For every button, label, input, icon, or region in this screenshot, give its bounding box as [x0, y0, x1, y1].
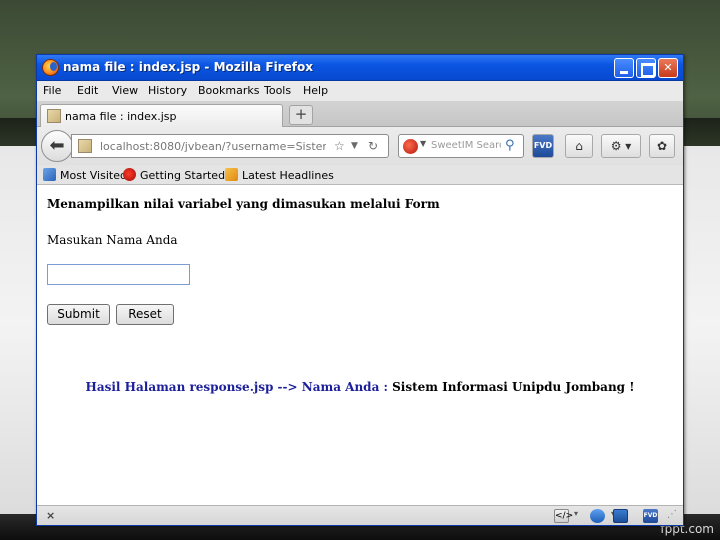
- magnifier-icon[interactable]: ⚲: [505, 138, 515, 153]
- bookmarks-toolbar: Most Visited Getting Started Latest Head…: [37, 165, 683, 185]
- code-icon[interactable]: </>: [554, 509, 573, 523]
- search-engine-icon: [403, 139, 418, 154]
- tab-strip: nama file : index.jsp +: [37, 101, 683, 127]
- bookmark-label: Latest Headlines: [242, 169, 334, 182]
- result-value: Sistem Informasi Unipdu Jombang !: [392, 380, 635, 394]
- home-icon[interactable]: ⌂: [565, 134, 593, 158]
- tv-icon[interactable]: [613, 509, 628, 523]
- url-dropdown-icon[interactable]: ▼: [351, 141, 358, 151]
- search-placeholder: SweetIM Search: [431, 140, 501, 151]
- tab-index[interactable]: nama file : index.jsp: [40, 104, 283, 127]
- addon-menu-icon[interactable]: ⚙ ▾: [601, 134, 641, 158]
- result-source-label: Hasil Halaman response.jsp: [85, 380, 274, 394]
- dropdown-icon[interactable]: ▾: [574, 509, 582, 523]
- bookmark-label: Getting Started: [140, 169, 226, 182]
- search-bar[interactable]: ▼ SweetIM Search ⚲: [398, 134, 524, 158]
- menu-bar: File Edit View History Bookmarks Tools H…: [37, 81, 683, 101]
- minimize-button[interactable]: [614, 58, 634, 78]
- close-addon-bar-icon[interactable]: ×: [46, 509, 55, 522]
- page-heading: Menampilkan nilai variabel yang dimasuka…: [47, 197, 440, 211]
- chat-icon[interactable]: [590, 509, 605, 523]
- name-input[interactable]: [47, 264, 190, 285]
- menu-view[interactable]: View: [112, 84, 138, 97]
- menu-help[interactable]: Help: [303, 84, 328, 97]
- tab-label: nama file : index.jsp: [65, 110, 177, 123]
- rss-feed-icon: [225, 168, 238, 181]
- back-arrow-icon[interactable]: ⬅: [41, 130, 73, 162]
- page-favicon-icon: [47, 109, 61, 123]
- submit-button[interactable]: Submit: [47, 304, 110, 325]
- maximize-button[interactable]: [636, 58, 656, 78]
- response-result: Hasil Halaman response.jsp --> Nama Anda…: [37, 380, 683, 394]
- fvd-status-icon[interactable]: FVD: [643, 509, 658, 523]
- resize-grip-icon[interactable]: ⋰: [667, 509, 679, 523]
- bookmark-most-visited[interactable]: Most Visited: [43, 168, 127, 182]
- menu-edit[interactable]: Edit: [77, 84, 98, 97]
- browser-window: nama file : index.jsp - Mozilla Firefox …: [36, 54, 684, 526]
- menu-file[interactable]: File: [43, 84, 61, 97]
- title-bar[interactable]: nama file : index.jsp - Mozilla Firefox …: [37, 55, 683, 81]
- menu-bookmarks[interactable]: Bookmarks: [198, 84, 259, 97]
- reload-icon[interactable]: ↻: [368, 139, 378, 153]
- navigation-toolbar: ⬅ localhost:8080/jvbean/?username=Sistem…: [37, 127, 683, 165]
- firefox-icon: [42, 59, 59, 76]
- addon-icon[interactable]: ✿: [649, 134, 675, 158]
- url-text: localhost:8080/jvbean/?username=Sistem+I…: [100, 140, 326, 153]
- name-prompt-label: Masukan Nama Anda: [47, 233, 178, 247]
- window-title: nama file : index.jsp - Mozilla Firefox: [63, 60, 313, 74]
- bookmark-latest-headlines[interactable]: Latest Headlines: [225, 168, 334, 182]
- bookmark-star-icon[interactable]: ☆: [334, 139, 345, 153]
- menu-history[interactable]: History: [148, 84, 187, 97]
- new-tab-button[interactable]: +: [289, 105, 313, 125]
- address-bar[interactable]: localhost:8080/jvbean/?username=Sistem+I…: [71, 134, 389, 158]
- reset-button[interactable]: Reset: [116, 304, 174, 325]
- page-content: Menampilkan nilai variabel yang dimasuka…: [37, 186, 683, 505]
- page-favicon-icon: [78, 139, 92, 153]
- search-engine-dropdown-icon[interactable]: ▼: [420, 139, 426, 148]
- bookmark-label: Most Visited: [60, 169, 127, 182]
- menu-tools[interactable]: Tools: [264, 84, 291, 97]
- fvd-downloader-icon[interactable]: FVD: [532, 134, 554, 158]
- close-button[interactable]: ✕: [658, 58, 678, 78]
- getting-started-icon: [123, 168, 136, 181]
- most-visited-icon: [43, 168, 56, 181]
- result-name-label: Nama Anda :: [301, 380, 388, 394]
- status-bar: × </> ▾ ▾ FVD ⋰: [37, 505, 683, 525]
- result-arrow: -->: [277, 380, 298, 394]
- bookmark-getting-started[interactable]: Getting Started: [123, 168, 225, 182]
